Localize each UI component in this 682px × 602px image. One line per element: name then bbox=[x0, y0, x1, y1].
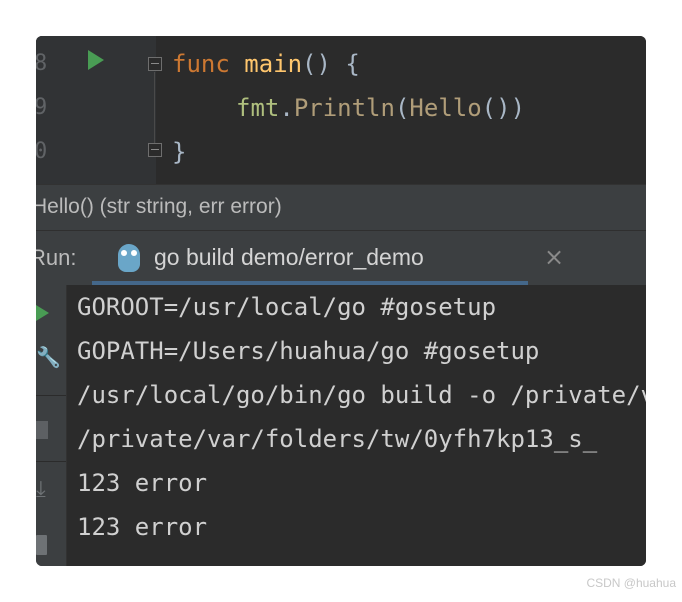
line-number: 9 bbox=[36, 95, 48, 120]
code-line-println: fmt.Println(Hello()) bbox=[236, 86, 525, 130]
call-argument: Hello bbox=[409, 94, 482, 122]
run-panel-header: Run: go build demo/error_demo × bbox=[36, 230, 646, 286]
fold-guide-line bbox=[154, 72, 155, 143]
console-line: 123 error bbox=[77, 469, 208, 497]
close-icon[interactable]: × bbox=[544, 243, 564, 271]
trash-icon[interactable] bbox=[36, 535, 47, 555]
func-signature-rest: () { bbox=[302, 50, 360, 78]
run-panel-label: Run: bbox=[36, 245, 77, 270]
code-line-func-main: func main() { bbox=[172, 42, 360, 86]
rerun-icon[interactable] bbox=[36, 305, 49, 321]
run-play-icon[interactable] bbox=[88, 50, 104, 70]
ide-window: 8 9 0 func main() { fmt.Println(Hello())… bbox=[36, 36, 646, 566]
console-line: GOPATH=/Users/huahua/go #gosetup bbox=[77, 337, 540, 365]
code-line-close-brace: } bbox=[172, 138, 187, 166]
console-line: 123 error bbox=[77, 513, 208, 541]
method-name: Println bbox=[293, 94, 395, 122]
wrench-icon[interactable]: 🔧 bbox=[36, 347, 61, 367]
fold-end-icon[interactable] bbox=[148, 143, 162, 157]
paren-open: ( bbox=[394, 94, 410, 122]
editor-gutter: 8 9 0 bbox=[36, 36, 162, 184]
run-tab-title: go build demo/error_demo bbox=[154, 244, 424, 270]
signature-hint-bar: Hello() (str string, err error) bbox=[36, 184, 646, 231]
package-name: fmt bbox=[236, 94, 280, 122]
dot: . bbox=[279, 94, 294, 122]
run-toolbar: 🔧 ⤓ bbox=[36, 285, 67, 566]
console-output[interactable]: GOROOT=/usr/local/go #gosetup GOPATH=/Us… bbox=[67, 285, 646, 566]
toolbar-divider bbox=[36, 395, 66, 396]
console-line: /usr/local/go/bin/go build -o /private/v… bbox=[77, 381, 646, 409]
console-line: /private/var/folders/tw/0yfh7kp13_s_ bbox=[77, 425, 598, 453]
line-number: 8 bbox=[36, 51, 48, 76]
gopher-icon bbox=[118, 244, 140, 272]
code-editor[interactable]: 8 9 0 func main() { fmt.Println(Hello())… bbox=[36, 36, 646, 184]
keyword-func: func bbox=[172, 50, 230, 78]
signature-hint-text: Hello() (str string, err error) bbox=[36, 195, 282, 218]
console-line: GOROOT=/usr/local/go #gosetup bbox=[77, 293, 497, 321]
watermark: CSDN @huahua bbox=[586, 576, 676, 590]
fold-collapse-icon[interactable] bbox=[148, 57, 162, 71]
function-name: main bbox=[244, 50, 303, 78]
scroll-to-end-icon[interactable]: ⤓ bbox=[36, 479, 46, 501]
paren-close: ()) bbox=[481, 94, 526, 122]
line-number: 0 bbox=[36, 139, 48, 164]
toolbar-divider bbox=[36, 461, 66, 462]
stop-icon[interactable] bbox=[36, 421, 48, 439]
run-tab[interactable]: go build demo/error_demo × bbox=[92, 231, 564, 285]
